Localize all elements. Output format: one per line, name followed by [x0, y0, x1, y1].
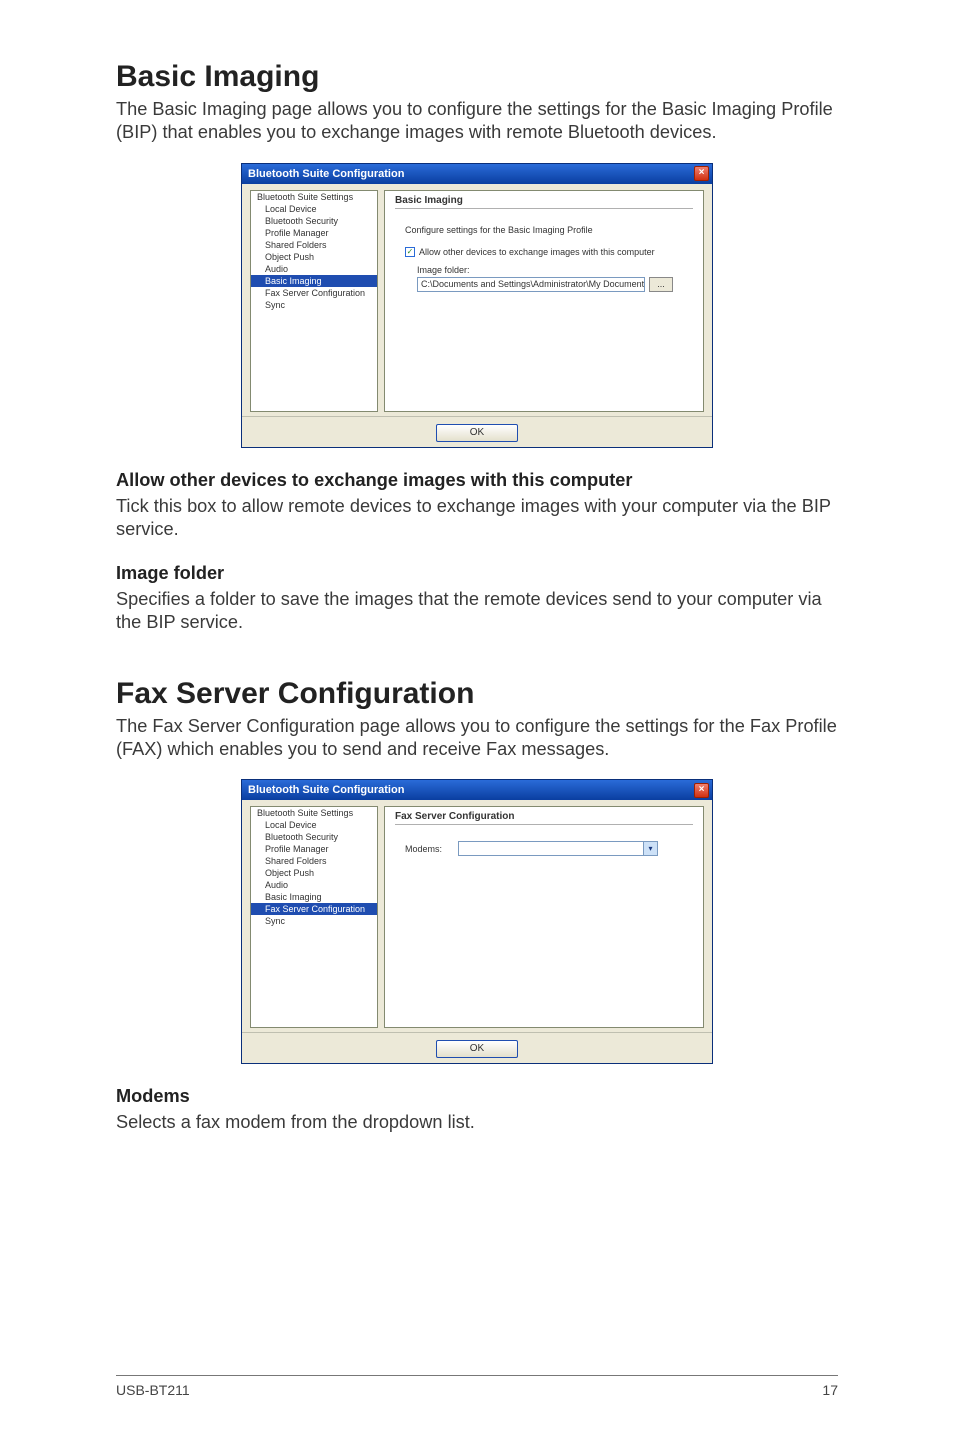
tree-item-profile-manager[interactable]: Profile Manager: [251, 227, 377, 239]
tree-item-bluetooth-security[interactable]: Bluetooth Security: [251, 831, 377, 843]
dialog-titlebar: Bluetooth Suite Configuration ×: [242, 164, 712, 184]
tree-item-audio[interactable]: Audio: [251, 879, 377, 891]
ok-button[interactable]: OK: [436, 1040, 518, 1058]
paragraph-image-folder: Specifies a folder to save the images th…: [116, 588, 838, 635]
tree-item-object-push[interactable]: Object Push: [251, 251, 377, 263]
allow-exchange-checkbox[interactable]: ✓: [405, 247, 415, 257]
settings-panel: Basic Imaging Configure settings for the…: [384, 190, 704, 412]
dialog-basic-imaging: Bluetooth Suite Configuration × Bluetoot…: [241, 163, 713, 448]
allow-exchange-label: Allow other devices to exchange images w…: [419, 247, 655, 257]
close-icon[interactable]: ×: [694, 783, 709, 798]
panel-description: Configure settings for the Basic Imaging…: [405, 225, 693, 235]
section2-title: Fax Server Configuration: [116, 677, 838, 711]
sub-heading-modems: Modems: [116, 1086, 838, 1107]
page-footer: USB-BT211 17: [116, 1375, 838, 1398]
dialog-title-text: Bluetooth Suite Configuration: [248, 168, 404, 180]
tree-item-sync[interactable]: Sync: [251, 915, 377, 927]
dialog-titlebar: Bluetooth Suite Configuration ×: [242, 780, 712, 800]
section2-intro: The Fax Server Configuration page allows…: [116, 715, 838, 762]
paragraph-allow-exchange: Tick this box to allow remote devices to…: [116, 495, 838, 542]
tree-item-suite-settings[interactable]: Bluetooth Suite Settings: [251, 191, 377, 203]
panel-divider: [395, 824, 693, 825]
tree-item-local-device[interactable]: Local Device: [251, 203, 377, 215]
modems-label: Modems:: [405, 844, 442, 854]
image-folder-input[interactable]: C:\Documents and Settings\Administrator\…: [417, 277, 645, 292]
dialog-title-text: Bluetooth Suite Configuration: [248, 784, 404, 796]
tree-item-shared-folders[interactable]: Shared Folders: [251, 855, 377, 867]
ok-button[interactable]: OK: [436, 424, 518, 442]
tree-item-suite-settings[interactable]: Bluetooth Suite Settings: [251, 807, 377, 819]
sub-heading-image-folder: Image folder: [116, 563, 838, 584]
tree-item-basic-imaging[interactable]: Basic Imaging: [251, 891, 377, 903]
chevron-down-icon: ▾: [643, 842, 657, 855]
close-icon[interactable]: ×: [694, 166, 709, 181]
tree-item-shared-folders[interactable]: Shared Folders: [251, 239, 377, 251]
modems-dropdown[interactable]: ▾: [458, 841, 658, 856]
tree-item-object-push[interactable]: Object Push: [251, 867, 377, 879]
tree-item-basic-imaging[interactable]: Basic Imaging: [251, 275, 377, 287]
tree-item-local-device[interactable]: Local Device: [251, 819, 377, 831]
section1-intro: The Basic Imaging page allows you to con…: [116, 98, 838, 145]
tree-item-bluetooth-security[interactable]: Bluetooth Security: [251, 215, 377, 227]
tree-item-audio[interactable]: Audio: [251, 263, 377, 275]
footer-page-number: 17: [822, 1382, 838, 1398]
tree-item-sync[interactable]: Sync: [251, 299, 377, 311]
settings-tree: Bluetooth Suite Settings Local Device Bl…: [250, 190, 378, 412]
panel-title: Basic Imaging: [395, 195, 693, 206]
browse-button[interactable]: ...: [649, 277, 673, 292]
tree-item-profile-manager[interactable]: Profile Manager: [251, 843, 377, 855]
settings-tree: Bluetooth Suite Settings Local Device Bl…: [250, 806, 378, 1028]
paragraph-modems: Selects a fax modem from the dropdown li…: [116, 1111, 838, 1134]
panel-title: Fax Server Configuration: [395, 811, 693, 822]
tree-item-fax-server[interactable]: Fax Server Configuration: [251, 287, 377, 299]
sub-heading-allow-exchange: Allow other devices to exchange images w…: [116, 470, 838, 491]
section1-title: Basic Imaging: [116, 60, 838, 94]
settings-panel: Fax Server Configuration Modems: ▾: [384, 806, 704, 1028]
image-folder-label: Image folder:: [417, 265, 693, 275]
footer-model: USB-BT211: [116, 1382, 190, 1398]
tree-item-fax-server[interactable]: Fax Server Configuration: [251, 903, 377, 915]
dialog-fax-server: Bluetooth Suite Configuration × Bluetoot…: [241, 779, 713, 1064]
panel-divider: [395, 208, 693, 209]
